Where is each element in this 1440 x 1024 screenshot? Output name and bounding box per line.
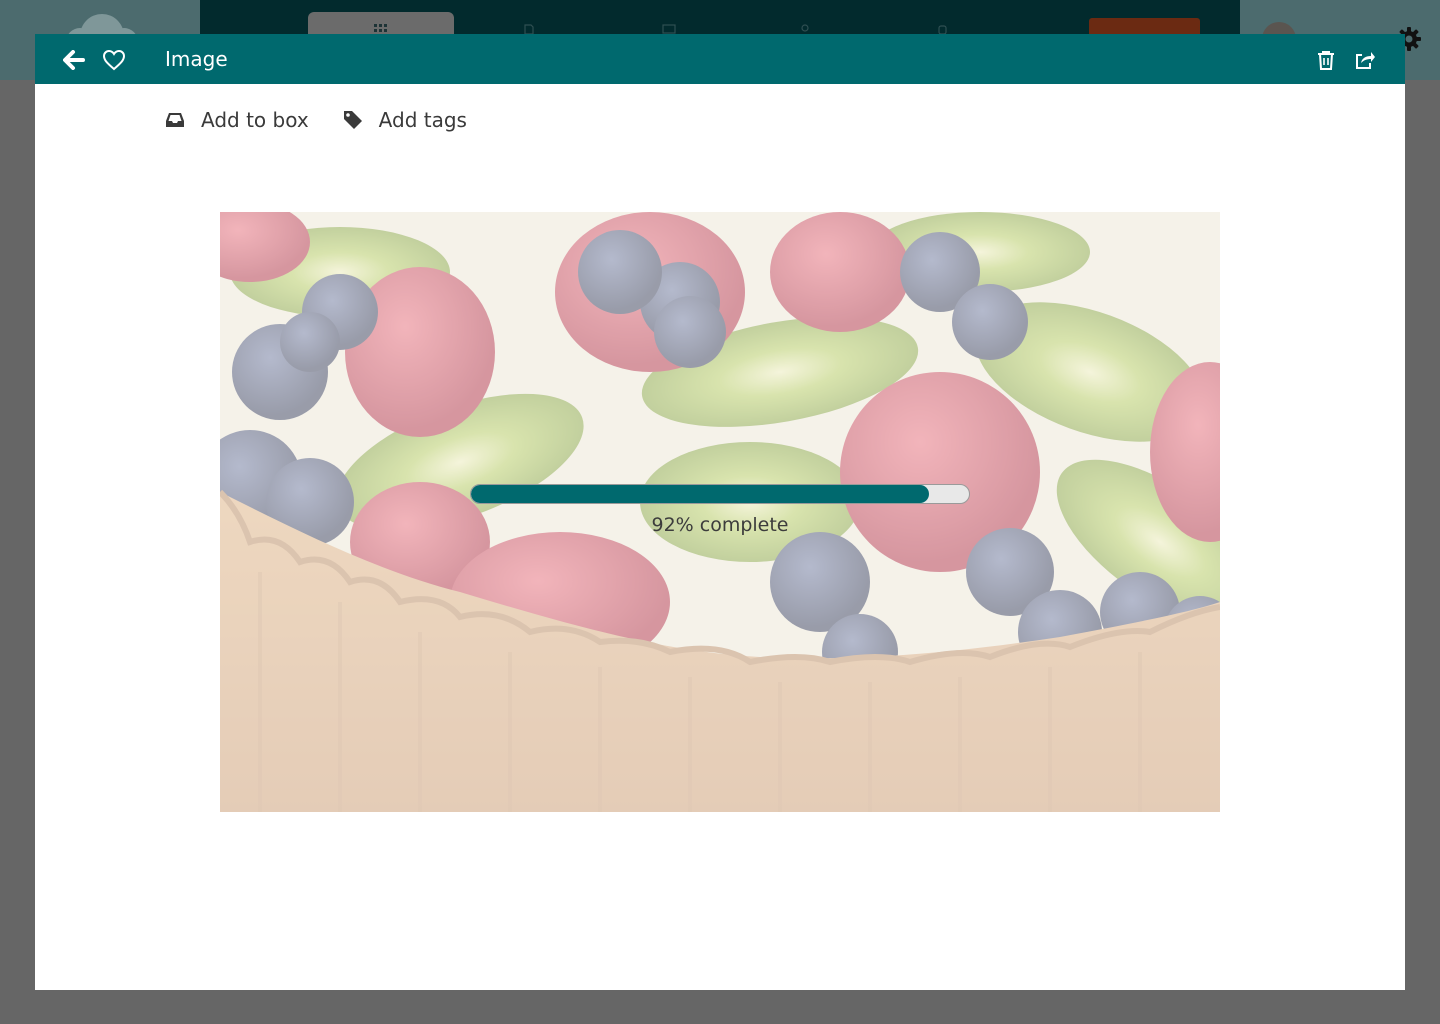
add-tags-button[interactable]: Add tags xyxy=(343,108,467,132)
add-tags-label: Add tags xyxy=(378,108,467,132)
progress-text: 92% complete xyxy=(651,514,789,536)
progress-fill xyxy=(471,485,930,503)
back-button[interactable] xyxy=(61,47,87,73)
tag-icon xyxy=(343,111,362,129)
grid-icon xyxy=(374,24,387,32)
picture-icon xyxy=(662,24,676,34)
modal-header: Image xyxy=(35,34,1405,84)
trash-icon xyxy=(1318,51,1334,70)
upload-progress: 92% complete xyxy=(470,484,970,536)
delete-button[interactable] xyxy=(1313,47,1339,73)
add-to-box-label: Add to box xyxy=(201,108,309,132)
phone-icon xyxy=(938,25,947,34)
arrow-left-icon xyxy=(63,50,85,70)
image-modal: Image Add to box Add tags 92% complete xyxy=(35,34,1405,990)
add-to-box-button[interactable]: Add to box xyxy=(165,108,309,132)
share-icon xyxy=(1356,52,1375,69)
heart-icon xyxy=(102,49,126,71)
link-icon xyxy=(801,24,809,32)
favorite-button[interactable] xyxy=(101,47,127,73)
inbox-icon xyxy=(166,113,184,127)
modal-title: Image xyxy=(165,47,228,71)
document-icon xyxy=(524,24,534,34)
image-preview: 92% complete xyxy=(220,212,1220,812)
share-button[interactable] xyxy=(1352,47,1378,73)
modal-toolbar: Add to box Add tags xyxy=(165,106,501,134)
progress-track xyxy=(470,484,970,504)
